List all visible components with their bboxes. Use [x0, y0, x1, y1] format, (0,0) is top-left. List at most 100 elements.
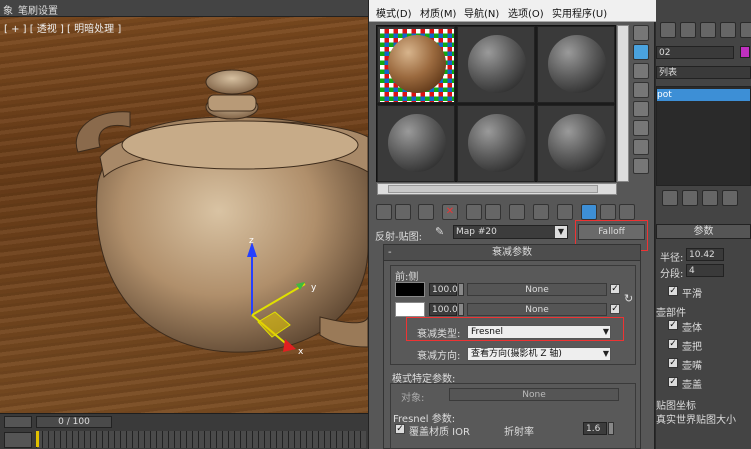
smooth-checkbox[interactable]: ✓ — [668, 286, 678, 296]
background-icon[interactable] — [633, 63, 649, 79]
part-spout-checkbox[interactable]: ✓ — [668, 358, 678, 368]
falloff-parameters-rollout: - 衰减参数 前:侧 100.0 None ✓ 100.0 None ✓ ↻ 衰… — [383, 244, 641, 449]
menu-navigation[interactable]: 导航(N) — [464, 5, 499, 20]
options-icon[interactable] — [633, 139, 649, 155]
modifier-stack-item[interactable]: pot — [657, 89, 750, 101]
falloff-direction-label: 衰减方向: — [417, 351, 461, 362]
part-handle-checkbox[interactable]: ✓ — [668, 339, 678, 349]
go-to-parent-icon[interactable] — [600, 204, 616, 220]
make-unique-icon[interactable] — [485, 204, 501, 220]
assign-material-icon[interactable] — [418, 204, 434, 220]
motion-tab-icon[interactable] — [720, 22, 736, 38]
select-by-material-icon[interactable] — [633, 158, 649, 174]
map-enable-checkbox-1[interactable]: ✓ — [610, 284, 620, 294]
sample-slot-1[interactable] — [377, 26, 455, 103]
slots-horizontal-scrollbar[interactable] — [377, 183, 617, 195]
amount-field-1[interactable]: 100.0 — [429, 283, 458, 296]
make-preview-icon[interactable] — [633, 120, 649, 136]
material-sphere — [468, 114, 526, 172]
color-swatch-1[interactable] — [395, 282, 425, 297]
put-to-library-icon[interactable] — [509, 204, 525, 220]
scroll-thumb[interactable] — [388, 185, 598, 193]
sample-slot-5[interactable] — [457, 105, 535, 182]
amount-spinner-1[interactable] — [458, 283, 464, 296]
menu-modes[interactable]: 模式(D) — [376, 5, 412, 20]
radius-field[interactable]: 10.42 — [686, 248, 724, 261]
pin-stack-icon[interactable] — [662, 190, 678, 206]
go-forward-sibling-icon[interactable] — [619, 204, 635, 220]
perspective-viewport[interactable]: z y x [ + ] [ 透视 ] [ 明暗处理 ] — [0, 17, 368, 413]
curve-editor-icon[interactable] — [4, 432, 32, 448]
show-end-result-icon[interactable] — [581, 204, 597, 220]
reflection-map-label: 反射-贴图: — [375, 232, 422, 243]
reset-map-icon[interactable]: ✕ — [442, 204, 458, 220]
viewport-label[interactable]: [ + ] [ 透视 ] [ 明暗处理 ] — [4, 20, 121, 35]
color-swatch-2[interactable] — [395, 302, 425, 317]
collapse-icon[interactable]: - — [388, 245, 392, 260]
part-spout-label: 壶嘴 — [682, 361, 702, 372]
copy-material-icon[interactable] — [466, 204, 482, 220]
get-material-icon[interactable] — [376, 204, 392, 220]
ior-spinner[interactable] — [608, 422, 614, 435]
uv-tiling-icon[interactable] — [633, 82, 649, 98]
map-enable-checkbox-2[interactable]: ✓ — [610, 304, 620, 314]
part-lid-checkbox[interactable]: ✓ — [668, 377, 678, 387]
wood-material-sphere — [388, 35, 446, 93]
eyedropper-icon[interactable]: ✎ — [435, 226, 447, 238]
amount-spinner-2[interactable] — [458, 303, 464, 316]
sample-slot-3[interactable] — [537, 26, 615, 103]
material-editor: 模式(D) 材质(M) 导航(N) 选项(O) 实用程序(U) ✕ 反射-贴图:… — [368, 0, 656, 449]
rollout-header[interactable]: - 衰减参数 — [384, 245, 640, 261]
menu-item-edge[interactable]: 象 — [3, 2, 13, 17]
timeline-ruler[interactable] — [36, 431, 366, 448]
create-tab-icon[interactable] — [660, 22, 676, 38]
object-color-swatch[interactable] — [740, 46, 750, 58]
modifier-list-dropdown[interactable]: 列表 — [656, 66, 751, 79]
object-label: 对象: — [401, 393, 425, 404]
backlight-icon[interactable] — [633, 44, 649, 60]
parameters-rollout-header[interactable]: 参数 — [656, 224, 751, 239]
rollout-title: 衰减参数 — [492, 247, 532, 258]
falloff-direction-value: 查看方向(摄影机 Z 轴) — [471, 349, 562, 359]
show-end-result-icon[interactable] — [682, 190, 698, 206]
timeline: 0 / 100 — [0, 413, 368, 449]
time-slider[interactable]: 0 / 100 — [36, 416, 112, 428]
current-frame-marker — [36, 431, 39, 447]
utilities-tab-icon[interactable] — [740, 22, 751, 38]
part-body-checkbox[interactable]: ✓ — [668, 320, 678, 330]
menu-utilities[interactable]: 实用程序(U) — [552, 5, 607, 20]
material-id-channel-icon[interactable] — [533, 204, 549, 220]
sample-slot-6[interactable] — [537, 105, 615, 182]
swap-colors-icon[interactable]: ↻ — [624, 292, 633, 305]
map-name-text: Map #20 — [456, 227, 497, 237]
falloff-direction-select[interactable]: 查看方向(摄影机 Z 轴) ▼ — [467, 347, 611, 361]
mapping-coords-label: 贴图坐标 — [656, 401, 696, 412]
hierarchy-tab-icon[interactable] — [700, 22, 716, 38]
amount-field-2[interactable]: 100.0 — [429, 303, 458, 316]
slots-vertical-scrollbar[interactable] — [617, 25, 629, 182]
map-name-field[interactable]: Map #20 ▼ — [453, 225, 568, 239]
chevron-down-icon[interactable]: ▼ — [555, 226, 567, 238]
sample-slot-2[interactable] — [457, 26, 535, 103]
put-to-scene-icon[interactable] — [395, 204, 411, 220]
map-button-1[interactable]: None — [467, 283, 607, 296]
chevron-down-icon[interactable]: ▼ — [603, 348, 609, 360]
sample-type-icon[interactable] — [633, 25, 649, 41]
menu-material[interactable]: 材质(M) — [420, 5, 456, 20]
object-pick-button[interactable]: None — [449, 388, 619, 401]
menu-item-brush-settings[interactable]: 笔刷设置 — [18, 2, 58, 17]
sample-slot-4[interactable] — [377, 105, 455, 182]
map-button-2[interactable]: None — [467, 303, 607, 316]
ior-field[interactable]: 1.6 — [583, 422, 607, 435]
menu-options[interactable]: 选项(O) — [508, 5, 544, 20]
video-color-check-icon[interactable] — [633, 101, 649, 117]
segments-field[interactable]: 4 — [686, 264, 724, 277]
timeline-left-button[interactable] — [4, 416, 32, 428]
make-unique-icon[interactable] — [702, 190, 718, 206]
remove-modifier-icon[interactable] — [722, 190, 738, 206]
modify-tab-icon[interactable] — [680, 22, 696, 38]
show-shaded-icon[interactable] — [557, 204, 573, 220]
teapot-render: z y x — [75, 69, 368, 357]
override-ior-checkbox[interactable]: ✓ — [395, 424, 405, 434]
object-name-field[interactable]: 02 — [656, 46, 734, 59]
